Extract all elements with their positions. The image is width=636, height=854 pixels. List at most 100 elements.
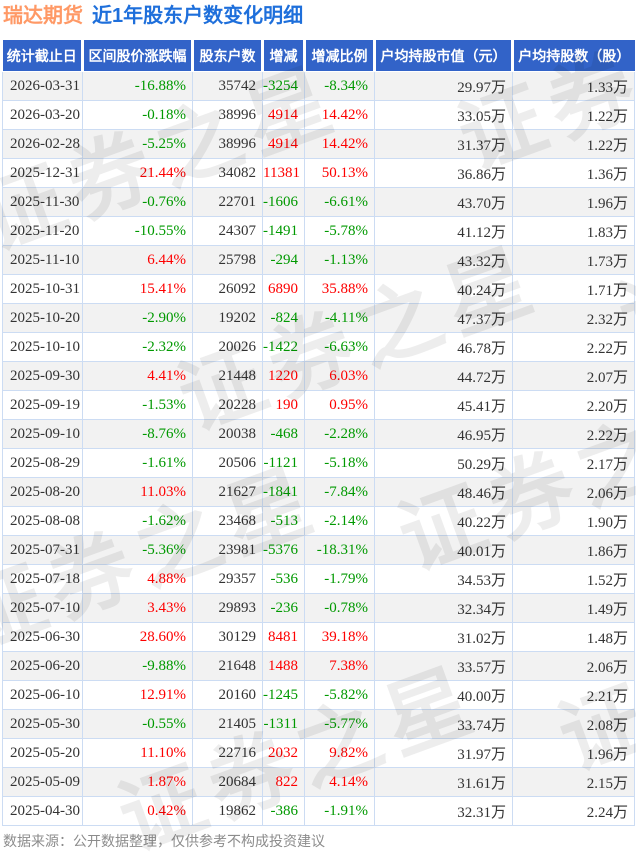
column-header-5: 增减比例 bbox=[305, 40, 375, 72]
cell-col1: 2025-05-20 bbox=[3, 739, 83, 768]
table-row: 2026-02-28-5.25%38996491414.42%31.37万1.2… bbox=[3, 130, 635, 159]
cell-col1: 2025-09-10 bbox=[3, 420, 83, 449]
table-row: 2025-04-300.42%19862-386-1.91%32.31万2.24… bbox=[3, 797, 635, 826]
cell-col1: 2025-08-20 bbox=[3, 478, 83, 507]
cell-col4: 822 bbox=[263, 768, 305, 797]
cell-col3: 23468 bbox=[193, 507, 263, 536]
cell-col4: -294 bbox=[263, 246, 305, 275]
cell-col5: 7.38% bbox=[305, 652, 375, 681]
cell-col6: 31.61万 bbox=[375, 768, 513, 797]
company-name: 瑞达期货 bbox=[3, 5, 83, 27]
cell-col6: 32.34万 bbox=[375, 594, 513, 623]
cell-col7: 1.22万 bbox=[513, 101, 635, 130]
cell-col1: 2025-10-10 bbox=[3, 333, 83, 362]
cell-col3: 38996 bbox=[193, 101, 263, 130]
cell-col4: 4914 bbox=[263, 101, 305, 130]
cell-col6: 44.72万 bbox=[375, 362, 513, 391]
cell-col4: 4914 bbox=[263, 130, 305, 159]
cell-col2: -2.90% bbox=[83, 304, 193, 333]
cell-col7: 1.83万 bbox=[513, 217, 635, 246]
cell-col1: 2025-07-31 bbox=[3, 536, 83, 565]
table-row: 2025-05-091.87%206848224.14%31.61万2.15万 bbox=[3, 768, 635, 797]
cell-col2: 4.88% bbox=[83, 565, 193, 594]
cell-col3: 35742 bbox=[193, 72, 263, 101]
cell-col6: 29.97万 bbox=[375, 72, 513, 101]
table-row: 2025-06-1012.91%20160-1245-5.82%40.00万2.… bbox=[3, 681, 635, 710]
cell-col6: 46.95万 bbox=[375, 420, 513, 449]
cell-col3: 20026 bbox=[193, 333, 263, 362]
cell-col7: 1.96万 bbox=[513, 188, 635, 217]
cell-col2: -0.55% bbox=[83, 710, 193, 739]
cell-col5: -4.11% bbox=[305, 304, 375, 333]
cell-col2: -5.36% bbox=[83, 536, 193, 565]
cell-col7: 2.22万 bbox=[513, 420, 635, 449]
column-header-2: 区间股价涨跌幅 bbox=[83, 40, 193, 72]
cell-col4: -536 bbox=[263, 565, 305, 594]
cell-col6: 31.37万 bbox=[375, 130, 513, 159]
cell-col5: -5.78% bbox=[305, 217, 375, 246]
cell-col5: 50.13% bbox=[305, 159, 375, 188]
cell-col2: 6.44% bbox=[83, 246, 193, 275]
cell-col2: 12.91% bbox=[83, 681, 193, 710]
cell-col6: 50.29万 bbox=[375, 449, 513, 478]
table-row: 2026-03-20-0.18%38996491414.42%33.05万1.2… bbox=[3, 101, 635, 130]
cell-col2: -10.55% bbox=[83, 217, 193, 246]
shareholder-change-table: 统计截止日区间股价涨跌幅股东户数增减增减比例户均持股市值（元）户均持股数（股） … bbox=[2, 40, 635, 826]
cell-col7: 2.08万 bbox=[513, 710, 635, 739]
cell-col1: 2025-11-20 bbox=[3, 217, 83, 246]
cell-col1: 2026-02-28 bbox=[3, 130, 83, 159]
cell-col7: 2.20万 bbox=[513, 391, 635, 420]
cell-col7: 1.71万 bbox=[513, 275, 635, 304]
cell-col4: -468 bbox=[263, 420, 305, 449]
cell-col5: -1.79% bbox=[305, 565, 375, 594]
cell-col3: 26092 bbox=[193, 275, 263, 304]
cell-col1: 2025-11-10 bbox=[3, 246, 83, 275]
cell-col2: -0.76% bbox=[83, 188, 193, 217]
cell-col1: 2025-06-10 bbox=[3, 681, 83, 710]
cell-col5: -8.34% bbox=[305, 72, 375, 101]
cell-col6: 40.01万 bbox=[375, 536, 513, 565]
table-row: 2025-07-103.43%29893-236-0.78%32.34万1.49… bbox=[3, 594, 635, 623]
cell-col2: -2.32% bbox=[83, 333, 193, 362]
cell-col2: 28.60% bbox=[83, 623, 193, 652]
cell-col4: 1220 bbox=[263, 362, 305, 391]
cell-col4: -1841 bbox=[263, 478, 305, 507]
cell-col5: 9.82% bbox=[305, 739, 375, 768]
cell-col6: 33.74万 bbox=[375, 710, 513, 739]
cell-col4: -1245 bbox=[263, 681, 305, 710]
cell-col7: 1.90万 bbox=[513, 507, 635, 536]
cell-col1: 2025-09-30 bbox=[3, 362, 83, 391]
table-body: 2026-03-31-16.88%35742-3254-8.34%29.97万1… bbox=[3, 72, 635, 826]
cell-col1: 2025-10-20 bbox=[3, 304, 83, 333]
cell-col3: 22716 bbox=[193, 739, 263, 768]
cell-col2: -0.18% bbox=[83, 101, 193, 130]
cell-col7: 1.49万 bbox=[513, 594, 635, 623]
cell-col7: 2.22万 bbox=[513, 333, 635, 362]
cell-col4: -1311 bbox=[263, 710, 305, 739]
table-row: 2025-09-19-1.53%202281900.95%45.41万2.20万 bbox=[3, 391, 635, 420]
cell-col4: 1488 bbox=[263, 652, 305, 681]
cell-col7: 2.24万 bbox=[513, 797, 635, 826]
table-row: 2025-11-30-0.76%22701-1606-6.61%43.70万1.… bbox=[3, 188, 635, 217]
cell-col4: -1121 bbox=[263, 449, 305, 478]
cell-col3: 29893 bbox=[193, 594, 263, 623]
cell-col3: 19862 bbox=[193, 797, 263, 826]
cell-col3: 21627 bbox=[193, 478, 263, 507]
cell-col6: 36.86万 bbox=[375, 159, 513, 188]
cell-col1: 2025-06-20 bbox=[3, 652, 83, 681]
cell-col4: -513 bbox=[263, 507, 305, 536]
cell-col1: 2025-09-19 bbox=[3, 391, 83, 420]
cell-col2: 4.41% bbox=[83, 362, 193, 391]
cell-col7: 2.17万 bbox=[513, 449, 635, 478]
cell-col5: -5.82% bbox=[305, 681, 375, 710]
table-row: 2025-11-106.44%25798-294-1.13%43.32万1.73… bbox=[3, 246, 635, 275]
cell-col5: 35.88% bbox=[305, 275, 375, 304]
cell-col7: 2.15万 bbox=[513, 768, 635, 797]
cell-col6: 41.12万 bbox=[375, 217, 513, 246]
cell-col5: -6.61% bbox=[305, 188, 375, 217]
cell-col5: 14.42% bbox=[305, 130, 375, 159]
table-row: 2025-12-3121.44%340821138150.13%36.86万1.… bbox=[3, 159, 635, 188]
cell-col7: 2.21万 bbox=[513, 681, 635, 710]
cell-col2: 3.43% bbox=[83, 594, 193, 623]
cell-col4: -1491 bbox=[263, 217, 305, 246]
